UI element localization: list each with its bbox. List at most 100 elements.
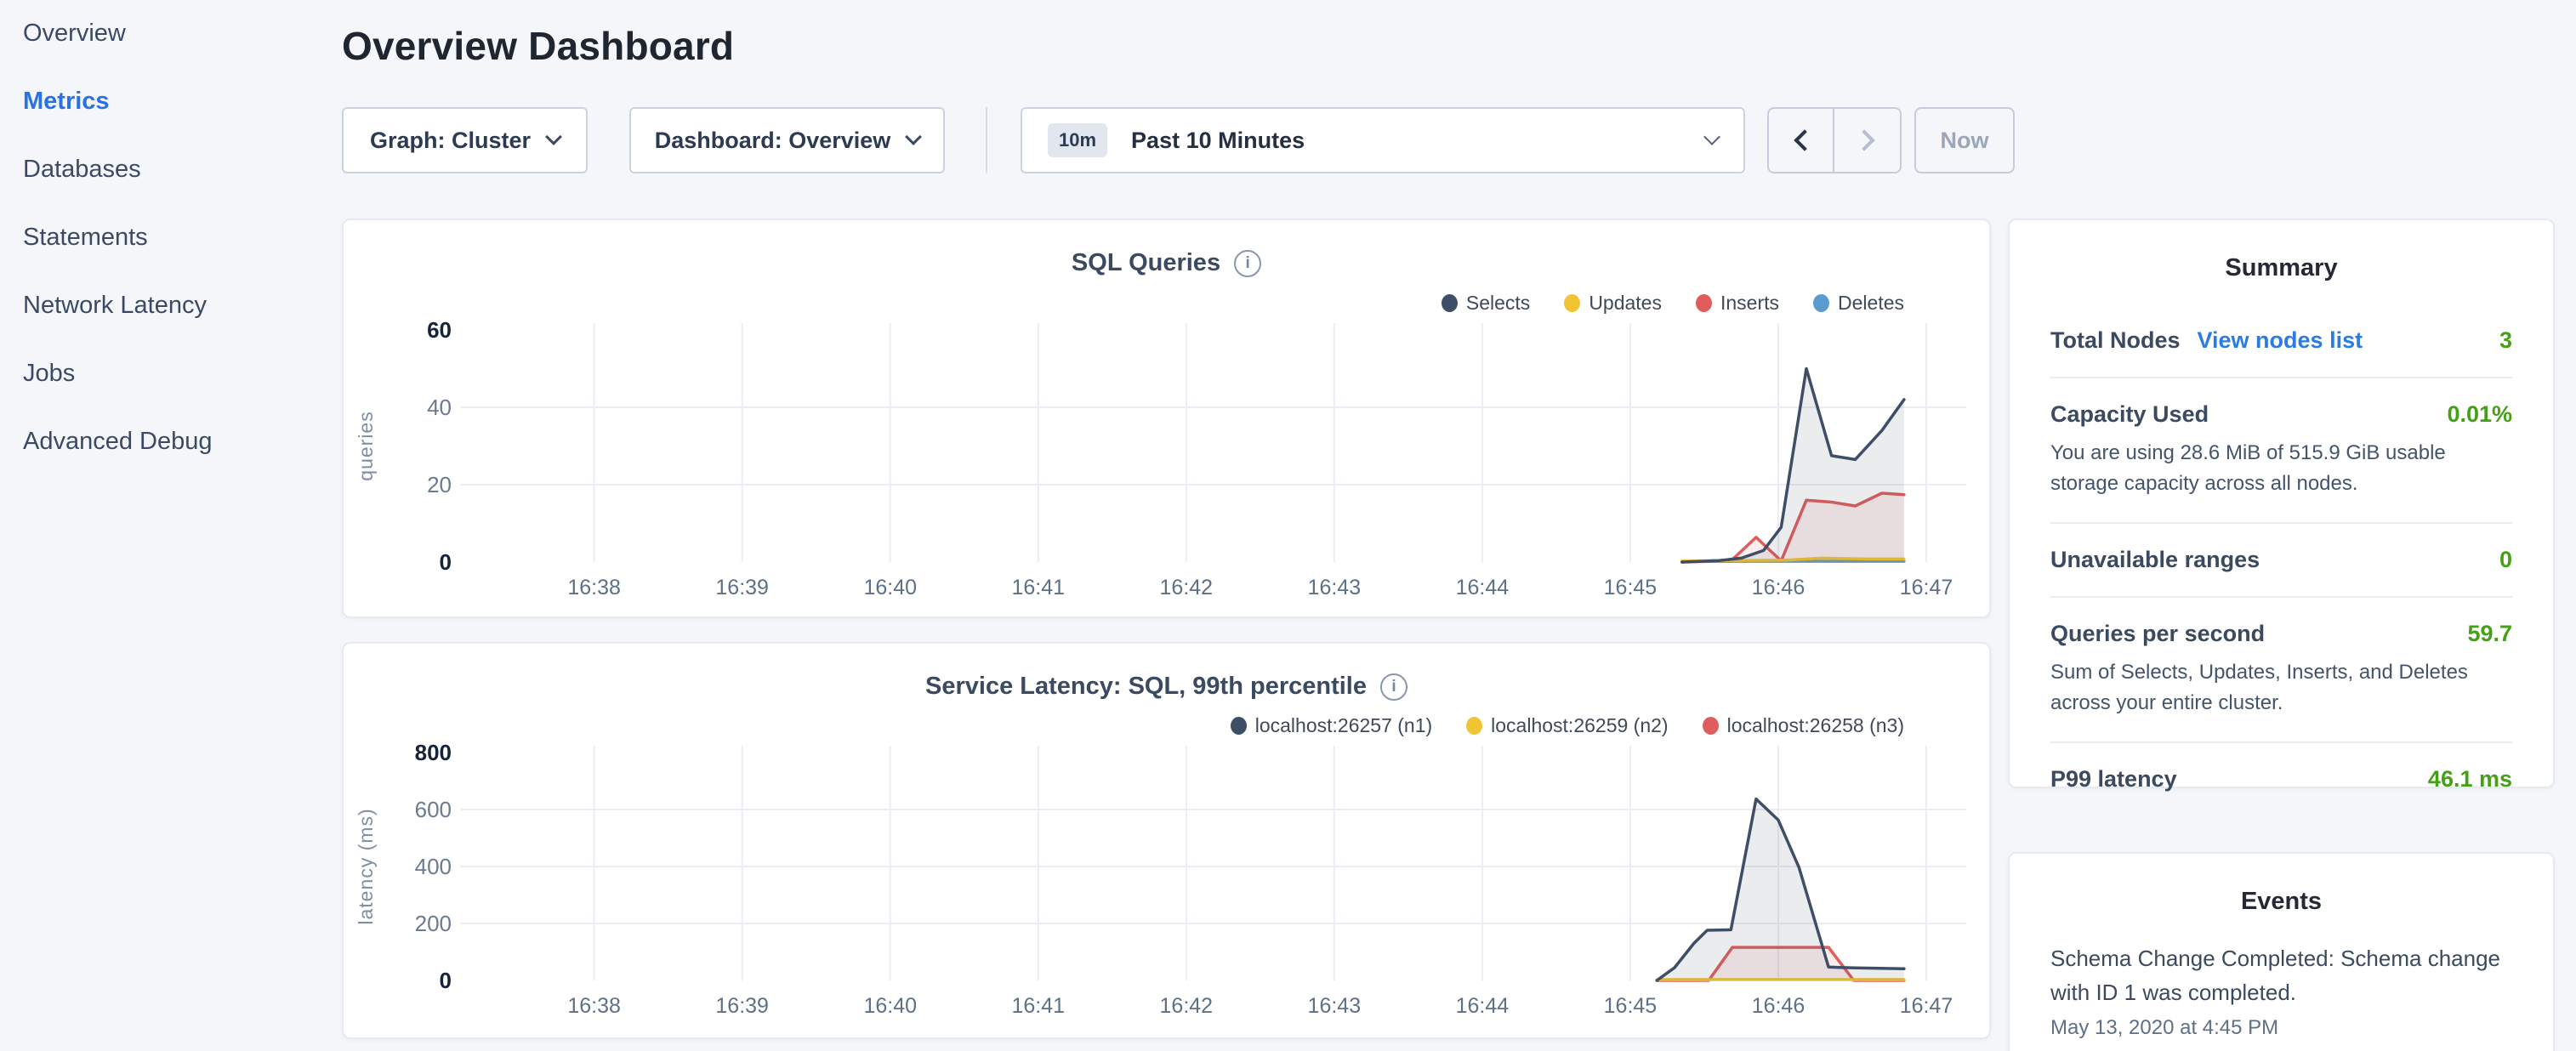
legend-item-selects[interactable]: Selects [1442,292,1530,315]
svg-text:60: 60 [427,317,452,343]
legend-label: Deletes [1838,292,1904,315]
view-nodes-list-link[interactable]: View nodes list [2198,327,2363,354]
time-range-label: Past 10 Minutes [1131,128,1305,154]
svg-text:16:43: 16:43 [1308,994,1362,1018]
graph-selector-dropdown[interactable]: Graph: Cluster [342,107,588,173]
svg-text:16:39: 16:39 [715,994,769,1018]
summary-label: P99 latency [2050,766,2177,793]
legend-label: localhost:26258 (n3) [1727,714,1904,737]
svg-text:16:38: 16:38 [567,994,621,1018]
svg-text:16:44: 16:44 [1456,576,1510,599]
summary-label: Unavailable ranges [2050,547,2260,573]
chart-plot-area[interactable]: 16:3816:3916:4016:4116:4216:4316:4416:45… [344,644,1993,1041]
sql-queries-chart-card: SQL Queries i 16:3816:3916:4016:4116:421… [342,219,1991,618]
svg-text:16:38: 16:38 [567,576,621,599]
summary-rows: Total Nodes View nodes list 3 Capacity Used… [2010,304,2553,815]
svg-text:600: 600 [415,797,452,822]
chevron-right-icon [1853,129,1874,151]
time-next-button[interactable] [1834,109,1900,172]
svg-text:0: 0 [440,549,452,575]
legend-dot [1813,294,1829,312]
sidebar-item-jobs[interactable]: Jobs [23,359,329,388]
sidebar-item-overview[interactable]: Overview [23,19,329,48]
legend-item-deletes[interactable]: Deletes [1813,292,1904,315]
legend-dot [1231,717,1247,735]
legend-label: Inserts [1720,292,1779,315]
svg-text:16:45: 16:45 [1604,576,1658,599]
summary-value: 0.01% [2447,401,2512,428]
legend-item-localhost-26259-n2[interactable]: localhost:26259 (n2) [1466,714,1668,737]
events-panel: Events Schema Change Completed: Schema c… [2008,852,2555,1051]
sidebar-item-advanced-debug[interactable]: Advanced Debug [23,427,329,456]
legend-item-updates[interactable]: Updates [1564,292,1662,315]
summary-label: Total Nodes [2050,327,2181,354]
summary-label: Queries per second [2050,621,2265,647]
event-timestamp: May 13, 2020 at 4:45 PM [2050,1016,2512,1040]
svg-text:16:47: 16:47 [1900,994,1953,1018]
time-range-badge: 10m [1048,123,1107,157]
chart-legend: localhost:26257 (n1) localhost:26259 (n2)… [1231,714,1904,737]
time-now-button[interactable]: Now [1914,107,2015,173]
events-title: Events [2010,854,2553,916]
overview-dashboard-page: Overview Metrics Databases Statements Networ… [0,0,2576,1051]
time-range-dropdown[interactable]: 10m Past 10 Minutes [1021,107,1745,173]
summary-row-total-nodes: Total Nodes View nodes list 3 [2050,304,2512,378]
legend-dot [1703,717,1719,735]
svg-text:40: 40 [427,395,452,420]
sidebar-item-statements[interactable]: Statements [23,223,329,252]
event-text: Schema Change Completed: Schema change w… [2050,941,2512,1009]
page-title: Overview Dashboard [342,22,734,70]
legend-item-inserts[interactable]: Inserts [1696,292,1779,315]
legend-item-localhost-26257-n1[interactable]: localhost:26257 (n1) [1231,714,1432,737]
service-latency-chart-card: Service Latency: SQL, 99th percentile i … [342,642,1991,1039]
svg-text:latency (ms): latency (ms) [355,808,377,924]
chart-plot-area[interactable]: 16:3816:3916:4016:4116:4216:4316:4416:45… [344,220,1993,620]
svg-text:16:42: 16:42 [1160,994,1214,1018]
summary-row-p99-latency: P99 latency 46.1 ms [2050,743,2512,815]
svg-text:16:40: 16:40 [863,576,917,599]
sidebar-item-databases[interactable]: Databases [23,155,329,184]
svg-text:queries: queries [355,411,377,480]
summary-row-queries-per-second: Queries per second 59.7 Sum of Selects, Up… [2050,598,2512,743]
legend-dot [1696,294,1712,312]
summary-row-capacity-used: Capacity Used 0.01% You are using 28.6 MiB… [2050,378,2512,524]
time-prev-button[interactable] [1769,109,1834,172]
chevron-down-icon [545,128,562,145]
legend-label: localhost:26259 (n2) [1491,714,1668,737]
sidebar-item-network-latency[interactable]: Network Latency [23,291,329,320]
summary-subtext: Sum of Selects, Updates, Inserts, and De… [2050,657,2512,719]
dashboard-selector-label: Dashboard: Overview [655,128,891,154]
legend-dot [1466,717,1482,735]
svg-text:16:41: 16:41 [1011,576,1065,599]
svg-text:800: 800 [415,740,452,765]
svg-text:200: 200 [415,911,452,936]
chevron-down-icon [1703,128,1720,145]
svg-text:400: 400 [415,854,452,879]
summary-value: 59.7 [2467,621,2512,647]
event-item: Schema Change Completed: Schema change w… [2050,941,2512,1040]
svg-text:16:42: 16:42 [1160,576,1214,599]
legend-item-localhost-26258-n3[interactable]: localhost:26258 (n3) [1703,714,1904,737]
summary-label: Capacity Used [2050,401,2209,428]
events-list: Schema Change Completed: Schema change w… [2010,941,2553,1040]
summary-value: 0 [2499,547,2512,573]
svg-text:16:47: 16:47 [1900,576,1953,599]
svg-text:16:39: 16:39 [715,576,769,599]
svg-text:20: 20 [427,472,452,497]
legend-dot [1442,294,1458,312]
legend-label: Selects [1466,292,1530,315]
sidebar-item-metrics[interactable]: Metrics [23,87,329,116]
summary-value: 3 [2499,327,2512,354]
chevron-left-icon [1794,129,1815,151]
chart-legend: Selects Updates Inserts Deletes [1442,292,1904,315]
controls-divider [986,107,987,173]
time-pager [1767,107,1902,173]
summary-value: 46.1 ms [2428,766,2512,793]
svg-text:16:46: 16:46 [1752,576,1805,599]
summary-subtext: You are using 28.6 MiB of 515.9 GiB usab… [2050,438,2512,499]
legend-dot [1564,294,1580,312]
svg-text:0: 0 [440,968,452,993]
summary-panel: Summary Total NodesView nodes list3Capac… [2008,219,2555,788]
dashboard-selector-dropdown[interactable]: Dashboard: Overview [629,107,945,173]
svg-text:16:44: 16:44 [1456,994,1510,1018]
